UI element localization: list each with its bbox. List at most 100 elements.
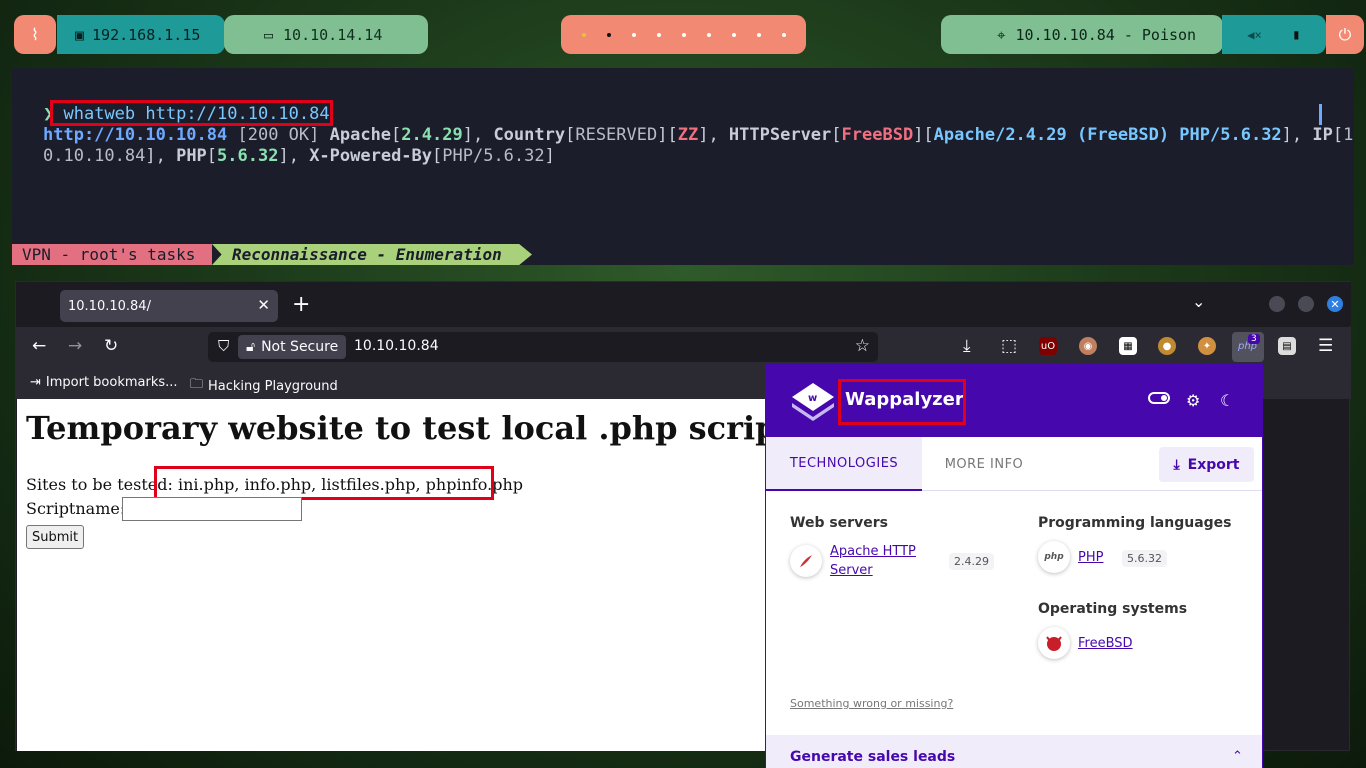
target-widget: ⌖ 10.10.10.84 - Poison bbox=[941, 15, 1223, 54]
ublock-origin-icon[interactable]: uO bbox=[1039, 337, 1057, 355]
cookie-icon[interactable]: ● bbox=[1158, 337, 1176, 355]
lock-warning-icon: 🔓︎ bbox=[246, 339, 256, 355]
kali-dragon-icon: ⌇ bbox=[31, 25, 39, 44]
workspace-7[interactable] bbox=[731, 32, 736, 37]
security-label: Not Secure bbox=[261, 339, 339, 355]
notes-extension-icon[interactable]: ▤ bbox=[1278, 337, 1296, 355]
window-close-icon[interactable]: ✕ bbox=[1327, 296, 1343, 312]
power-icon: ⏻ bbox=[1338, 24, 1352, 44]
page-title: Temporary website to test local .php scr… bbox=[26, 409, 822, 447]
target-text: 10.10.10.84 - Poison bbox=[1015, 25, 1197, 44]
crosshair-icon: ⌖ bbox=[997, 25, 1006, 44]
power-button[interactable]: ⏻ bbox=[1326, 15, 1364, 54]
maximize-button[interactable] bbox=[1298, 296, 1314, 312]
tab-close-icon[interactable]: ✕ bbox=[257, 296, 270, 314]
tab-bar: 10.10.10.84/ ✕ + ⌄ ✕ bbox=[16, 282, 1351, 326]
category-web-servers: Web servers bbox=[790, 515, 888, 531]
wappalyzer-logo-icon: w bbox=[792, 383, 834, 421]
workspace-1[interactable] bbox=[581, 32, 586, 37]
url-bar[interactable]: ⛉ 🔓︎ Not Secure 10.10.10.84 ☆ bbox=[208, 332, 878, 362]
minimize-button[interactable] bbox=[1269, 296, 1285, 312]
svg-text:w: w bbox=[808, 393, 817, 404]
bookmark-star-icon[interactable]: ☆ bbox=[855, 336, 870, 356]
dark-mode-moon-icon[interactable]: ☾ bbox=[1220, 391, 1234, 410]
apache-feather-icon bbox=[790, 545, 822, 577]
navigation-bar: ← → ↻ ⛉ 🔓︎ Not Secure 10.10.10.84 ☆ ⤓ ⬚ … bbox=[16, 327, 1351, 367]
page-content: Temporary website to test local .php scr… bbox=[17, 399, 821, 751]
whatweb-output-line-1: http://10.10.10.84 [200 OK] Apache[2.4.2… bbox=[43, 125, 1354, 145]
vpn-ip-widget: ▭ 10.10.14.14 bbox=[224, 15, 428, 54]
bookmark-import-label: Import bookmarks... bbox=[45, 375, 178, 390]
reload-icon[interactable]: ↻ bbox=[104, 336, 118, 356]
vpn-ip-text: 10.10.14.14 bbox=[283, 25, 383, 44]
local-ip-widget: ▣ 192.168.1.15 bbox=[57, 15, 225, 54]
command-highlight-box bbox=[50, 100, 333, 126]
wappalyzer-highlight-box bbox=[838, 379, 966, 425]
wappalyzer-tabs: TECHNOLOGIES MORE INFO ⤓ Export bbox=[766, 437, 1262, 491]
local-ip-text: 192.168.1.15 bbox=[92, 25, 201, 44]
hamburger-menu-icon[interactable]: ☰ bbox=[1318, 336, 1333, 356]
category-programming-languages: Programming languages bbox=[1038, 515, 1232, 531]
laptop-icon: ▭ bbox=[264, 25, 274, 44]
qr-code-icon[interactable]: ▦ bbox=[1119, 337, 1137, 355]
workspace-2[interactable] bbox=[606, 32, 611, 37]
chevron-down-icon[interactable]: ⌄ bbox=[1192, 292, 1205, 311]
settings-gear-icon[interactable]: ⚙ bbox=[1186, 391, 1200, 410]
import-icon: ⇥ bbox=[30, 375, 41, 390]
extensions-puzzle-icon[interactable]: ⬚ bbox=[1001, 336, 1017, 356]
submit-button[interactable]: Submit bbox=[26, 525, 85, 549]
terminal-window[interactable]: ❯ whatweb http://10.10.10.84 http://10.1… bbox=[12, 68, 1354, 265]
terminal-scrollbar[interactable] bbox=[1319, 104, 1322, 125]
bookmark-import[interactable]: ⇥ Import bookmarks... bbox=[30, 375, 178, 390]
extension-badge: 3 bbox=[1248, 334, 1260, 344]
status-segment-phase: Reconnaissance - Enumeration bbox=[212, 244, 532, 265]
toggle-switch[interactable] bbox=[1148, 392, 1170, 404]
generate-leads-section[interactable]: Generate sales leads ⌃ bbox=[766, 735, 1262, 768]
url-text[interactable]: 10.10.10.84 bbox=[354, 338, 439, 354]
tab-title: 10.10.10.84/ bbox=[68, 298, 151, 314]
tab-more-info[interactable]: MORE INFO bbox=[922, 437, 1046, 491]
export-button[interactable]: ⤓ Export bbox=[1159, 447, 1254, 482]
sites-label: Sites to be tested: bbox=[26, 475, 173, 494]
workspace-4[interactable] bbox=[656, 32, 661, 37]
download-icon: ⤓ bbox=[1173, 456, 1180, 473]
workspace-switcher[interactable] bbox=[561, 15, 806, 54]
tab-technologies[interactable]: TECHNOLOGIES bbox=[766, 437, 922, 491]
foxyproxy-icon[interactable]: ✦ bbox=[1198, 337, 1216, 355]
tech-freebsd-link[interactable]: FreeBSD bbox=[1078, 634, 1133, 653]
scriptname-label: Scriptname: bbox=[26, 499, 126, 518]
workspace-8[interactable] bbox=[756, 32, 761, 37]
bookmark-folder-hacking[interactable]: 🗀 Hacking Playground bbox=[190, 375, 338, 397]
avatar-extension-icon[interactable]: ◉ bbox=[1079, 337, 1097, 355]
tech-php-link[interactable]: PHP bbox=[1078, 548, 1103, 567]
tracking-shield-icon[interactable]: ⛉ bbox=[218, 337, 229, 355]
tech-apache-version: 2.4.29 bbox=[949, 553, 994, 570]
new-tab-icon[interactable]: + bbox=[292, 292, 310, 317]
tech-php-version: 5.6.32 bbox=[1122, 550, 1167, 567]
whatweb-output-line-2: 0.10.10.84], PHP[5.6.32], X-Powered-By[P… bbox=[43, 146, 555, 166]
network-icon: ▣ bbox=[75, 25, 85, 44]
wappalyzer-extension-button[interactable]: php 3 bbox=[1232, 332, 1264, 362]
workspace-3[interactable] bbox=[631, 32, 636, 37]
workspace-6[interactable] bbox=[706, 32, 711, 37]
workspace-5[interactable] bbox=[681, 32, 686, 37]
menu-button[interactable]: ⌇ bbox=[14, 15, 56, 54]
wappalyzer-header: w Wappalyzer ⚙ ☾ bbox=[766, 365, 1262, 437]
chevron-up-icon[interactable]: ⌃ bbox=[1232, 749, 1243, 764]
forward-arrow-icon[interactable]: → bbox=[68, 336, 82, 356]
sites-highlight-box bbox=[154, 466, 494, 500]
browser-tab[interactable]: 10.10.10.84/ ✕ bbox=[60, 290, 278, 322]
php-logo-icon: php bbox=[1038, 541, 1070, 573]
export-label: Export bbox=[1187, 456, 1240, 473]
freebsd-daemon-icon bbox=[1038, 627, 1070, 659]
tech-apache-link[interactable]: Apache HTTP Server bbox=[830, 542, 940, 580]
back-arrow-icon[interactable]: ← bbox=[32, 336, 46, 356]
category-operating-systems: Operating systems bbox=[1038, 601, 1188, 617]
scriptname-input[interactable] bbox=[122, 497, 302, 521]
workspace-9[interactable] bbox=[781, 32, 786, 37]
bookmark-folder-label: Hacking Playground bbox=[208, 378, 338, 394]
volume-muted-icon[interactable]: ◀× bbox=[1247, 28, 1261, 42]
security-indicator[interactable]: 🔓︎ Not Secure bbox=[238, 335, 347, 359]
downloads-icon[interactable]: ⤓ bbox=[963, 336, 971, 356]
feedback-link[interactable]: Something wrong or missing? bbox=[790, 697, 953, 710]
